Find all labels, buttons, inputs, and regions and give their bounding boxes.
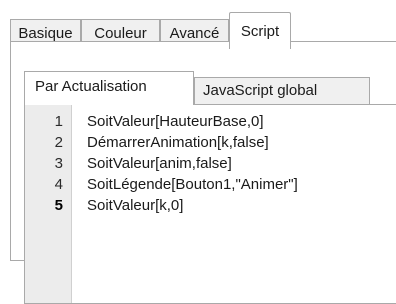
code-line[interactable]: 2 DémarrerAnimation[k,false] bbox=[25, 132, 396, 153]
line-number: 2 bbox=[54, 134, 63, 151]
tab-par-actualisation[interactable]: Par Actualisation bbox=[24, 71, 194, 105]
code-line-current[interactable]: 5 SoitValeur[k,0] bbox=[25, 195, 396, 216]
code-text[interactable]: DémarrerAnimation[k,false] bbox=[87, 132, 269, 153]
line-number: 4 bbox=[54, 176, 63, 193]
line-number: 1 bbox=[54, 113, 63, 130]
code-line[interactable]: 4 SoitLégende[Bouton1,"Animer"] bbox=[25, 174, 396, 195]
properties-panel: Basique Couleur Avancé Script Par Actual… bbox=[10, 5, 396, 304]
tab-script[interactable]: Script bbox=[229, 12, 291, 49]
script-tab-content: Par Actualisation JavaScript global 1 So… bbox=[10, 41, 396, 304]
line-number-current: 5 bbox=[54, 197, 63, 214]
code-line[interactable]: 1 SoitValeur[HauteurBase,0] bbox=[25, 111, 396, 132]
code-text[interactable]: SoitValeur[HauteurBase,0] bbox=[87, 111, 264, 132]
code-text[interactable]: SoitLégende[Bouton1,"Animer"] bbox=[87, 174, 298, 195]
code-text[interactable]: SoitValeur[k,0] bbox=[87, 195, 183, 216]
script-editor[interactable]: 1 SoitValeur[HauteurBase,0] 2 DémarrerAn… bbox=[24, 104, 396, 304]
tab-javascript-global[interactable]: JavaScript global bbox=[194, 77, 370, 105]
line-number: 3 bbox=[54, 155, 63, 172]
code-text[interactable]: SoitValeur[anim,false] bbox=[87, 153, 232, 174]
code-line[interactable]: 3 SoitValeur[anim,false] bbox=[25, 153, 396, 174]
